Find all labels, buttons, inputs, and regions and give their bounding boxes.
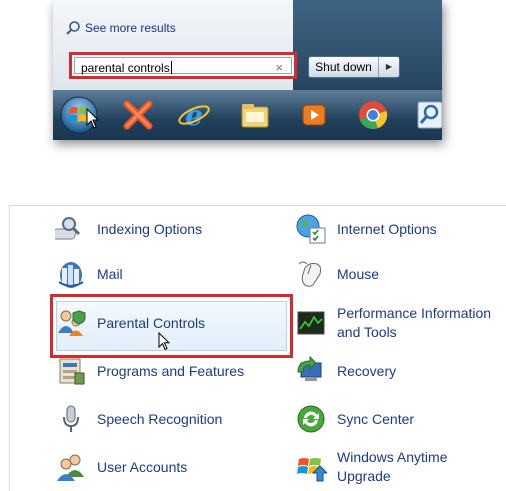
search-input-value: parental controls — [81, 61, 170, 75]
internet-options-label[interactable]: Internet Options — [337, 220, 437, 239]
mail-label[interactable]: Mail — [97, 265, 123, 284]
user-accounts-item[interactable]: User Accounts — [55, 451, 187, 483]
windows-explorer-icon[interactable] — [238, 98, 272, 132]
sync-center-icon — [297, 405, 325, 433]
mouse-pointer-icon — [86, 108, 100, 129]
performance-label[interactable]: Performance Information and Tools — [337, 304, 506, 342]
user-accounts-label[interactable]: User Accounts — [97, 458, 187, 477]
shutdown-button-label[interactable]: Shut down — [309, 57, 379, 77]
mouse-item[interactable]: Mouse — [295, 258, 379, 290]
user-accounts-icon — [57, 454, 84, 481]
programs-features-item[interactable]: Programs and Features — [55, 355, 244, 387]
mail-icon — [58, 262, 84, 288]
windows-anytime-upgrade-icon — [297, 458, 327, 482]
start-menu: See more results parental controls × Shu… — [53, 0, 442, 140]
shutdown-options-arrow-icon[interactable]: ▶ — [379, 57, 399, 77]
parental-controls-item[interactable]: Parental Controls — [55, 307, 205, 339]
parental-controls-label[interactable]: Parental Controls — [97, 314, 205, 333]
recovery-label[interactable]: Recovery — [337, 362, 396, 381]
see-more-results-link[interactable]: See more results — [65, 18, 176, 38]
speech-recognition-label[interactable]: Speech Recognition — [97, 410, 222, 429]
clear-search-icon[interactable]: × — [275, 60, 283, 75]
recovery-icon — [297, 355, 322, 381]
mouse-pointer-icon — [158, 332, 170, 351]
performance-icon — [297, 311, 325, 335]
indexing-options-item[interactable]: Indexing Options — [55, 213, 202, 245]
programs-features-icon — [59, 358, 85, 385]
indexing-options-label[interactable]: Indexing Options — [97, 220, 202, 239]
mouse-icon — [298, 261, 322, 287]
windows-anytime-upgrade-label[interactable]: Windows Anytime Upgrade — [337, 448, 477, 486]
svg-text:e: e — [185, 99, 203, 132]
recovery-item[interactable]: Recovery — [295, 355, 396, 387]
search-highlight-box: parental controls × — [69, 52, 297, 79]
windows-anytime-upgrade-item[interactable]: Windows Anytime Upgrade — [295, 448, 477, 486]
see-more-results-label: See more results — [85, 21, 176, 35]
close-x-icon[interactable] — [121, 98, 155, 132]
speech-recognition-item[interactable]: Speech Recognition — [55, 403, 222, 435]
start-menu-panel: See more results parental controls × Shu… — [53, 0, 442, 91]
sync-center-label[interactable]: Sync Center — [337, 410, 414, 429]
search-icon[interactable] — [413, 98, 442, 132]
control-panel-items: Indexing Options Mail Parental Controls — [9, 205, 506, 491]
search-icon — [66, 21, 80, 35]
parental-controls-icon — [58, 310, 86, 336]
shutdown-button[interactable]: Shut down ▶ — [308, 56, 400, 78]
programs-features-label[interactable]: Programs and Features — [97, 362, 244, 381]
sync-center-item[interactable]: Sync Center — [295, 403, 414, 435]
microphone-icon — [63, 405, 79, 432]
chrome-icon[interactable] — [356, 98, 390, 132]
mail-item[interactable]: Mail — [55, 258, 123, 290]
text-caret — [170, 61, 172, 74]
internet-options-icon — [296, 214, 326, 244]
mouse-label[interactable]: Mouse — [337, 265, 379, 284]
indexing-options-icon — [55, 217, 81, 240]
internet-options-item[interactable]: Internet Options — [295, 213, 437, 245]
performance-item[interactable]: Performance Information and Tools — [295, 304, 506, 342]
search-input[interactable]: parental controls × — [74, 57, 292, 75]
taskbar: e — [53, 90, 442, 140]
media-player-icon[interactable] — [297, 98, 331, 132]
internet-explorer-icon[interactable]: e — [177, 98, 211, 132]
